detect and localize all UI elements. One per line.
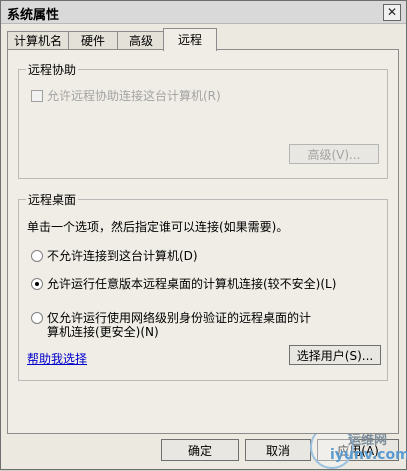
remote-desktop-instruction: 单击一个选项，然后指定谁可以连接(如果需要)。 (27, 220, 289, 234)
tab-hardware[interactable]: 硬件 (68, 31, 118, 50)
radio-allow-nla-only-label-line2: 算机连接(更安全)(N) (47, 325, 159, 339)
remote-assistance-title: 远程协助 (26, 61, 79, 78)
radio-allow-nla-only[interactable] (31, 312, 43, 324)
close-icon: ✕ (386, 5, 398, 19)
help-me-choose-link[interactable]: 帮助我选择 (27, 350, 87, 367)
radio-deny-connections-label: 不允许连接到这台计算机(D) (47, 249, 198, 263)
watermark-text-en: iyunv.com (330, 447, 407, 463)
advanced-button[interactable]: 高级(V)... (289, 144, 379, 164)
close-button[interactable]: ✕ (383, 4, 401, 21)
ok-button[interactable]: 确定 (161, 439, 239, 461)
remote-desktop-title: 远程桌面 (26, 191, 79, 208)
tab-panel-remote: 远程协助 允许远程协助连接这台计算机(R) 高级(V)... 远程桌面 单击一个… (7, 49, 399, 434)
select-users-button[interactable]: 选择用户(S)... (289, 345, 381, 365)
allow-remote-assistance-label: 允许远程协助连接这台计算机(R) (47, 89, 221, 103)
cancel-button[interactable]: 取消 (245, 439, 311, 461)
window-title: 系统属性 (7, 8, 60, 23)
remote-desktop-group: 远程桌面 单击一个选项，然后指定谁可以连接(如果需要)。 不允许连接到这台计算机… (18, 191, 388, 381)
radio-deny-connections[interactable] (31, 250, 43, 262)
tab-remote[interactable]: 远程 (163, 28, 217, 51)
radio-allow-any-version[interactable] (31, 278, 43, 290)
system-properties-window: 系统属性 ✕ 计算机名 硬件 高级 远程 远程协助 允许远程协助连接这台计算机(… (0, 0, 407, 470)
title-bar[interactable]: 系统属性 ✕ (1, 1, 406, 24)
allow-remote-assistance-checkbox[interactable] (31, 90, 43, 102)
tab-computer-name[interactable]: 计算机名 (7, 31, 69, 50)
tab-advanced[interactable]: 高级 (117, 31, 165, 50)
remote-assistance-group: 远程协助 允许远程协助连接这台计算机(R) 高级(V)... (18, 61, 388, 179)
radio-allow-any-version-label: 允许运行任意版本远程桌面的计算机连接(较不安全)(L) (47, 277, 337, 291)
